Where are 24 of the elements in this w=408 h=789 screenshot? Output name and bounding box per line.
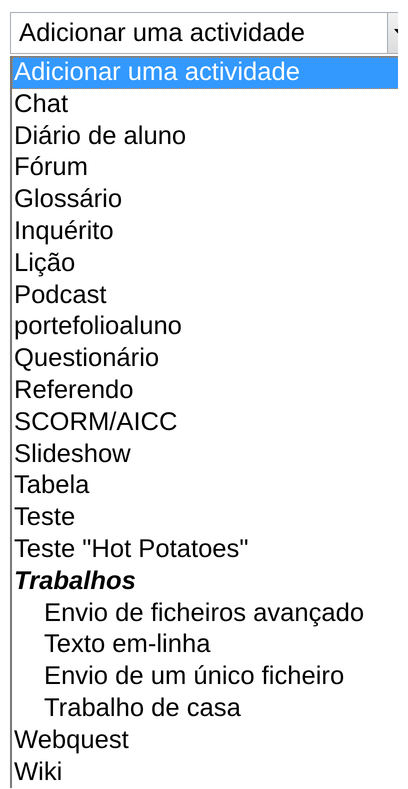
option-item[interactable]: Webquest: [12, 724, 398, 757]
option-item[interactable]: Tabela: [12, 470, 398, 502]
option-item[interactable]: Podcast: [12, 280, 398, 312]
select-value: Adicionar uma actividade: [18, 18, 306, 48]
option-item[interactable]: Teste "Hot Potatoes": [12, 534, 398, 566]
option-item[interactable]: Questionário: [12, 343, 398, 375]
activity-select[interactable]: Adicionar uma actividade: [10, 12, 398, 54]
option-item[interactable]: Wiki: [12, 756, 398, 788]
option-item[interactable]: Texto em-linha: [12, 629, 398, 662]
option-item[interactable]: Referendo: [12, 374, 398, 407]
option-item[interactable]: Trabalho de casa: [12, 692, 398, 725]
option-item[interactable]: SCORM/AICC: [12, 406, 398, 439]
option-item[interactable]: Envio de um único ficheiro: [12, 661, 398, 693]
option-item[interactable]: Slideshow: [12, 438, 398, 470]
option-item[interactable]: Diário de aluno: [12, 120, 398, 152]
option-item[interactable]: Chat: [12, 88, 398, 121]
option-item[interactable]: Lição: [12, 248, 398, 280]
group-label: Trabalhos: [13, 566, 137, 597]
option-item[interactable]: Teste: [12, 502, 398, 534]
option-item[interactable]: portefolioaluno: [12, 311, 398, 344]
option-item[interactable]: Glossário: [12, 184, 398, 216]
option-item[interactable]: Fórum: [12, 152, 398, 184]
option-item[interactable]: Inquérito: [12, 216, 398, 248]
option-item[interactable]: Envio de ficheiros avançado: [12, 598, 398, 630]
